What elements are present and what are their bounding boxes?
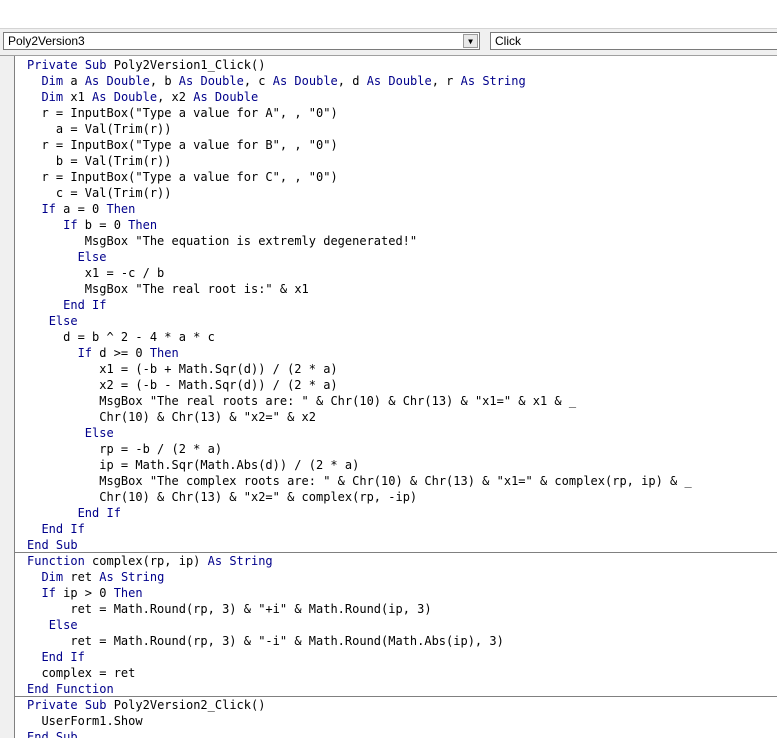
code-line-text: MsgBox "The real root is:" & x1	[27, 282, 309, 296]
code-line-text: Else	[84, 426, 114, 440]
code-line-text: a = Val(Trim(r))	[27, 122, 172, 136]
code-line[interactable]: c = Val(Trim(r))	[15, 184, 777, 200]
code-line[interactable]: a = Val(Trim(r))	[15, 120, 777, 136]
code-line[interactable]: End Function	[15, 680, 777, 696]
code-line-text: Private Sub Poly2Version1_Click()	[27, 58, 266, 72]
code-line[interactable]: r = InputBox("Type a value for A", , "0"…	[15, 104, 777, 120]
code-line[interactable]: Chr(10) & Chr(13) & "x2=" & complex(rp, …	[15, 488, 777, 504]
code-line-text: b = Val(Trim(r))	[27, 154, 172, 168]
code-line-text: x1 = -c / b	[27, 266, 165, 280]
code-line[interactable]: x1 = (-b + Math.Sqr(d)) / (2 * a)	[15, 360, 777, 376]
code-line[interactable]: Chr(10) & Chr(13) & "x2=" & x2	[15, 408, 777, 424]
code-line-text: r = InputBox("Type a value for C", , "0"…	[27, 170, 338, 184]
code-line-text: UserForm1.Show	[27, 714, 143, 728]
code-line[interactable]: b = Val(Trim(r))	[15, 152, 777, 168]
code-line-text: End If	[41, 522, 85, 536]
object-combo[interactable]: Poly2Version3 ▼	[3, 32, 480, 50]
chevron-down-icon[interactable]: ▼	[463, 34, 478, 48]
code-line-text: Function complex(rp, ip) As String	[27, 554, 273, 568]
code-line[interactable]: MsgBox "The real roots are: " & Chr(10) …	[15, 392, 777, 408]
code-line[interactable]: MsgBox "The real root is:" & x1	[15, 280, 777, 296]
code-line-text: Private Sub Poly2Version2_Click()	[27, 698, 266, 712]
code-line[interactable]: Dim ret As String	[15, 568, 777, 584]
procedure-separator	[15, 552, 777, 553]
code-line[interactable]: Dim x1 As Double, x2 As Double	[15, 88, 777, 104]
code-line-text: If b = 0 Then	[63, 218, 158, 232]
code-line[interactable]: End If	[15, 520, 777, 536]
code-line-text: MsgBox "The complex roots are: " & Chr(1…	[27, 474, 692, 488]
code-line[interactable]: Else	[15, 424, 777, 440]
code-line[interactable]: Private Sub Poly2Version2_Click()	[15, 696, 777, 712]
code-line-text: ret = Math.Round(rp, 3) & "-i" & Math.Ro…	[27, 634, 504, 648]
code-line[interactable]: UserForm1.Show	[15, 712, 777, 728]
code-line-text: End Function	[27, 682, 114, 696]
code-line-text: If d >= 0 Then	[77, 346, 179, 360]
code-line[interactable]: r = InputBox("Type a value for C", , "0"…	[15, 168, 777, 184]
code-line-text: MsgBox "The real roots are: " & Chr(10) …	[27, 394, 577, 408]
code-line[interactable]: End If	[15, 504, 777, 520]
code-line-text: ip = Math.Sqr(Math.Abs(d)) / (2 * a)	[27, 458, 360, 472]
code-line-text: r = InputBox("Type a value for A", , "0"…	[27, 106, 338, 120]
window-top-area	[0, 0, 777, 28]
code-line-text: x2 = (-b - Math.Sqr(d)) / (2 * a)	[27, 378, 338, 392]
code-line-text: End Sub	[27, 538, 78, 552]
code-line[interactable]: Dim a As Double, b As Double, c As Doubl…	[15, 72, 777, 88]
code-line-text: MsgBox "The equation is extremly degener…	[27, 234, 418, 248]
code-line-text: End If	[63, 298, 107, 312]
code-line[interactable]: End If	[15, 296, 777, 312]
code-line-text: rp = -b / (2 * a)	[27, 442, 223, 456]
code-line[interactable]: If a = 0 Then	[15, 200, 777, 216]
code-line-text: Dim a As Double, b As Double, c As Doubl…	[41, 74, 526, 88]
code-line[interactable]: x2 = (-b - Math.Sqr(d)) / (2 * a)	[15, 376, 777, 392]
code-line-text: x1 = (-b + Math.Sqr(d)) / (2 * a)	[27, 362, 338, 376]
code-window-toolbar: Poly2Version3 ▼ Click	[0, 29, 777, 56]
code-line[interactable]: Else	[15, 248, 777, 264]
code-editor[interactable]: Private Sub Poly2Version1_Click() Dim a …	[15, 56, 777, 738]
code-line-text: c = Val(Trim(r))	[27, 186, 172, 200]
code-line[interactable]: Else	[15, 616, 777, 632]
code-line[interactable]: If b = 0 Then	[15, 216, 777, 232]
code-line-text: If a = 0 Then	[41, 202, 136, 216]
code-line[interactable]: End Sub	[15, 728, 777, 738]
code-line[interactable]: Function complex(rp, ip) As String	[15, 552, 777, 568]
code-line-text: d = b ^ 2 - 4 * a * c	[27, 330, 215, 344]
code-line[interactable]: End If	[15, 648, 777, 664]
code-line-text: End If	[77, 506, 121, 520]
code-line[interactable]: ret = Math.Round(rp, 3) & "-i" & Math.Ro…	[15, 632, 777, 648]
code-line-text: End Sub	[27, 730, 78, 738]
code-line[interactable]: r = InputBox("Type a value for B", , "0"…	[15, 136, 777, 152]
code-line-text: Dim ret As String	[41, 570, 165, 584]
code-line-text: Dim x1 As Double, x2 As Double	[41, 90, 259, 104]
code-line[interactable]: MsgBox "The complex roots are: " & Chr(1…	[15, 472, 777, 488]
code-line[interactable]: rp = -b / (2 * a)	[15, 440, 777, 456]
object-combo-value: Poly2Version3	[8, 34, 85, 48]
code-line-text: If ip > 0 Then	[41, 586, 143, 600]
code-line[interactable]: If d >= 0 Then	[15, 344, 777, 360]
code-line-text: Else	[77, 250, 107, 264]
code-line-text: Else	[48, 618, 78, 632]
code-line-text: End If	[41, 650, 85, 664]
code-line[interactable]: End Sub	[15, 536, 777, 552]
code-line-text: Chr(10) & Chr(13) & "x2=" & complex(rp, …	[27, 490, 418, 504]
code-line[interactable]: d = b ^ 2 - 4 * a * c	[15, 328, 777, 344]
code-line-text: ret = Math.Round(rp, 3) & "+i" & Math.Ro…	[27, 602, 432, 616]
code-line[interactable]: MsgBox "The equation is extremly degener…	[15, 232, 777, 248]
code-line[interactable]: complex = ret	[15, 664, 777, 680]
code-line-text: complex = ret	[27, 666, 136, 680]
code-margin-indicator-bar[interactable]	[0, 56, 15, 738]
procedure-combo-value: Click	[495, 34, 521, 48]
code-line[interactable]: x1 = -c / b	[15, 264, 777, 280]
code-line[interactable]: If ip > 0 Then	[15, 584, 777, 600]
code-line[interactable]: ret = Math.Round(rp, 3) & "+i" & Math.Ro…	[15, 600, 777, 616]
code-line-text: r = InputBox("Type a value for B", , "0"…	[27, 138, 338, 152]
code-line[interactable]: Private Sub Poly2Version1_Click()	[15, 56, 777, 72]
code-line-text: Chr(10) & Chr(13) & "x2=" & x2	[27, 410, 316, 424]
procedure-separator	[15, 696, 777, 697]
procedure-combo[interactable]: Click	[490, 32, 777, 50]
code-line[interactable]: Else	[15, 312, 777, 328]
code-line-text: Else	[48, 314, 78, 328]
code-line[interactable]: ip = Math.Sqr(Math.Abs(d)) / (2 * a)	[15, 456, 777, 472]
